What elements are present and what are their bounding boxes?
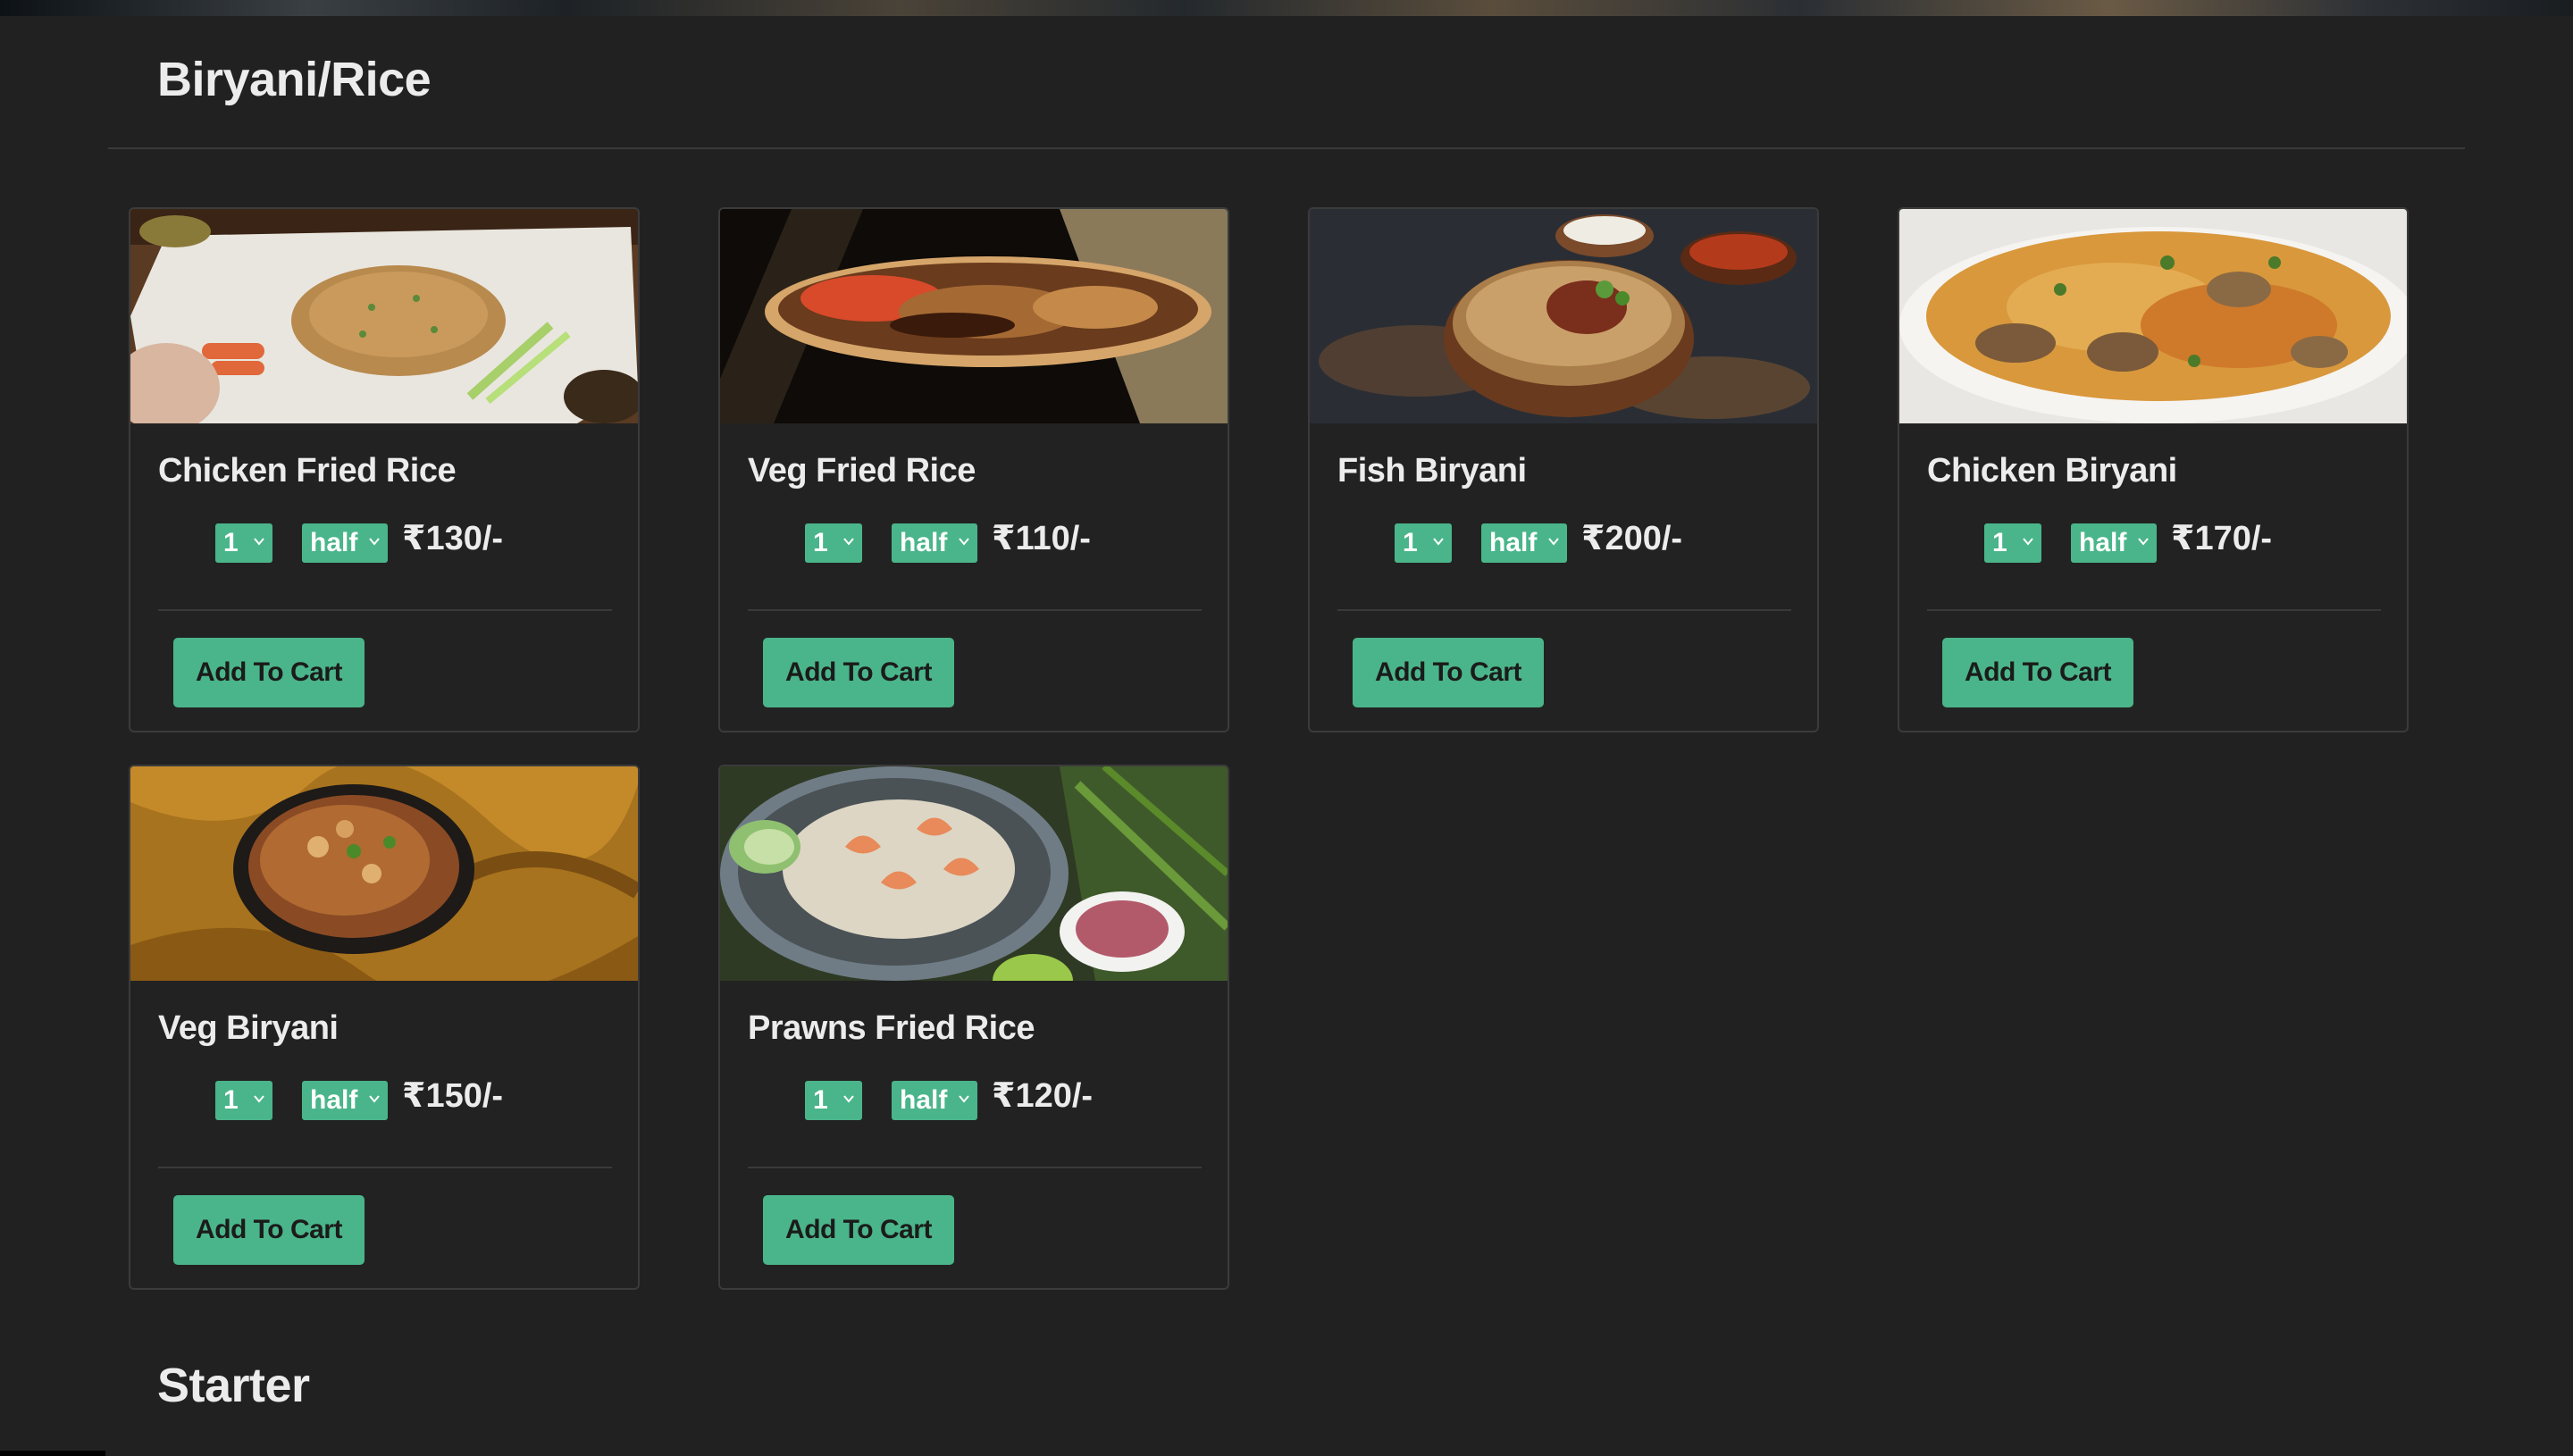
item-name: Chicken Biryani xyxy=(1927,452,2177,490)
item-price: ₹120/- xyxy=(992,1077,1094,1115)
menu-card-veg-biryani: Veg Biryani 1 half ₹150/- Add To Cart xyxy=(129,765,640,1290)
quantity-select[interactable]: 1 xyxy=(1395,523,1452,563)
item-name: Veg Fried Rice xyxy=(748,452,976,490)
fish-biryani-image xyxy=(1310,209,1817,423)
quantity-value: 1 xyxy=(223,1085,239,1115)
quantity-select[interactable]: 1 xyxy=(805,1081,862,1120)
portion-select[interactable]: half xyxy=(302,1081,388,1120)
portion-select[interactable]: half xyxy=(892,1081,977,1120)
item-price: ₹170/- xyxy=(2171,520,2273,557)
veg-biryani-image xyxy=(130,766,638,981)
item-price: ₹110/- xyxy=(992,520,1091,557)
menu-card-chicken-biryani: Chicken Biryani 1 half ₹170/- Add To Car… xyxy=(1898,207,2409,732)
item-price: ₹150/- xyxy=(402,1077,504,1115)
menu-card-chicken-fried-rice: Chicken Fried Rice 1 half ₹130/- Add To … xyxy=(129,207,640,732)
page-edge xyxy=(0,1451,105,1456)
menu-card-veg-fried-rice: Veg Fried Rice 1 half ₹110/- Add To Cart xyxy=(718,207,1229,732)
chicken-fried-rice-image xyxy=(130,209,638,423)
quantity-value: 1 xyxy=(1992,528,2007,557)
quantity-value: 1 xyxy=(813,1085,828,1115)
veg-fried-rice-image xyxy=(720,209,1228,423)
quantity-value: 1 xyxy=(223,528,239,557)
chevron-down-icon xyxy=(2138,538,2149,546)
chevron-down-icon xyxy=(254,1095,264,1103)
card-divider xyxy=(748,1167,1202,1168)
quantity-value: 1 xyxy=(1403,528,1418,557)
portion-select[interactable]: half xyxy=(302,523,388,563)
portion-value: half xyxy=(1489,528,1538,557)
card-divider xyxy=(1337,609,1791,611)
card-divider xyxy=(748,609,1202,611)
card-divider xyxy=(1927,609,2381,611)
chevron-down-icon xyxy=(369,538,380,546)
chicken-biryani-image xyxy=(1899,209,2407,423)
chevron-down-icon xyxy=(959,1095,969,1103)
item-name: Veg Biryani xyxy=(158,1009,339,1047)
chevron-down-icon xyxy=(369,1095,380,1103)
section-title-starter: Starter xyxy=(157,1359,310,1412)
chevron-down-icon xyxy=(843,1095,854,1103)
card-divider xyxy=(158,1167,612,1168)
quantity-select[interactable]: 1 xyxy=(215,523,272,563)
quantity-value: 1 xyxy=(813,528,828,557)
section-divider xyxy=(108,147,2465,149)
quantity-select[interactable]: 1 xyxy=(215,1081,272,1120)
add-to-cart-button[interactable]: Add To Cart xyxy=(763,638,954,707)
add-to-cart-button[interactable]: Add To Cart xyxy=(1353,638,1544,707)
item-price: ₹200/- xyxy=(1581,520,1683,557)
item-name: Prawns Fried Rice xyxy=(748,1009,1035,1047)
chevron-down-icon xyxy=(1433,538,1444,546)
portion-select[interactable]: half xyxy=(1481,523,1567,563)
item-name: Chicken Fried Rice xyxy=(158,452,457,490)
menu-card-prawns-fried-rice: Prawns Fried Rice 1 half ₹120/- Add To C… xyxy=(718,765,1229,1290)
portion-value: half xyxy=(2079,528,2127,557)
add-to-cart-button[interactable]: Add To Cart xyxy=(1942,638,2133,707)
item-name: Fish Biryani xyxy=(1337,452,1527,490)
prawns-fried-rice-image xyxy=(720,766,1228,981)
portion-select[interactable]: half xyxy=(892,523,977,563)
add-to-cart-button[interactable]: Add To Cart xyxy=(173,1195,365,1265)
menu-card-fish-biryani: Fish Biryani 1 half ₹200/- Add To Cart xyxy=(1308,207,1819,732)
add-to-cart-button[interactable]: Add To Cart xyxy=(763,1195,954,1265)
portion-value: half xyxy=(900,1085,948,1115)
chevron-down-icon xyxy=(254,538,264,546)
quantity-select[interactable]: 1 xyxy=(1984,523,2041,563)
item-price: ₹130/- xyxy=(402,520,504,557)
portion-value: half xyxy=(310,1085,358,1115)
portion-value: half xyxy=(310,528,358,557)
chevron-down-icon xyxy=(2023,538,2033,546)
section-title-biryani-rice: Biryani/Rice xyxy=(157,53,432,106)
header-image-strip xyxy=(0,0,2573,16)
card-divider xyxy=(158,609,612,611)
chevron-down-icon xyxy=(843,538,854,546)
portion-select[interactable]: half xyxy=(2071,523,2157,563)
portion-value: half xyxy=(900,528,948,557)
chevron-down-icon xyxy=(1548,538,1559,546)
chevron-down-icon xyxy=(959,538,969,546)
quantity-select[interactable]: 1 xyxy=(805,523,862,563)
add-to-cart-button[interactable]: Add To Cart xyxy=(173,638,365,707)
